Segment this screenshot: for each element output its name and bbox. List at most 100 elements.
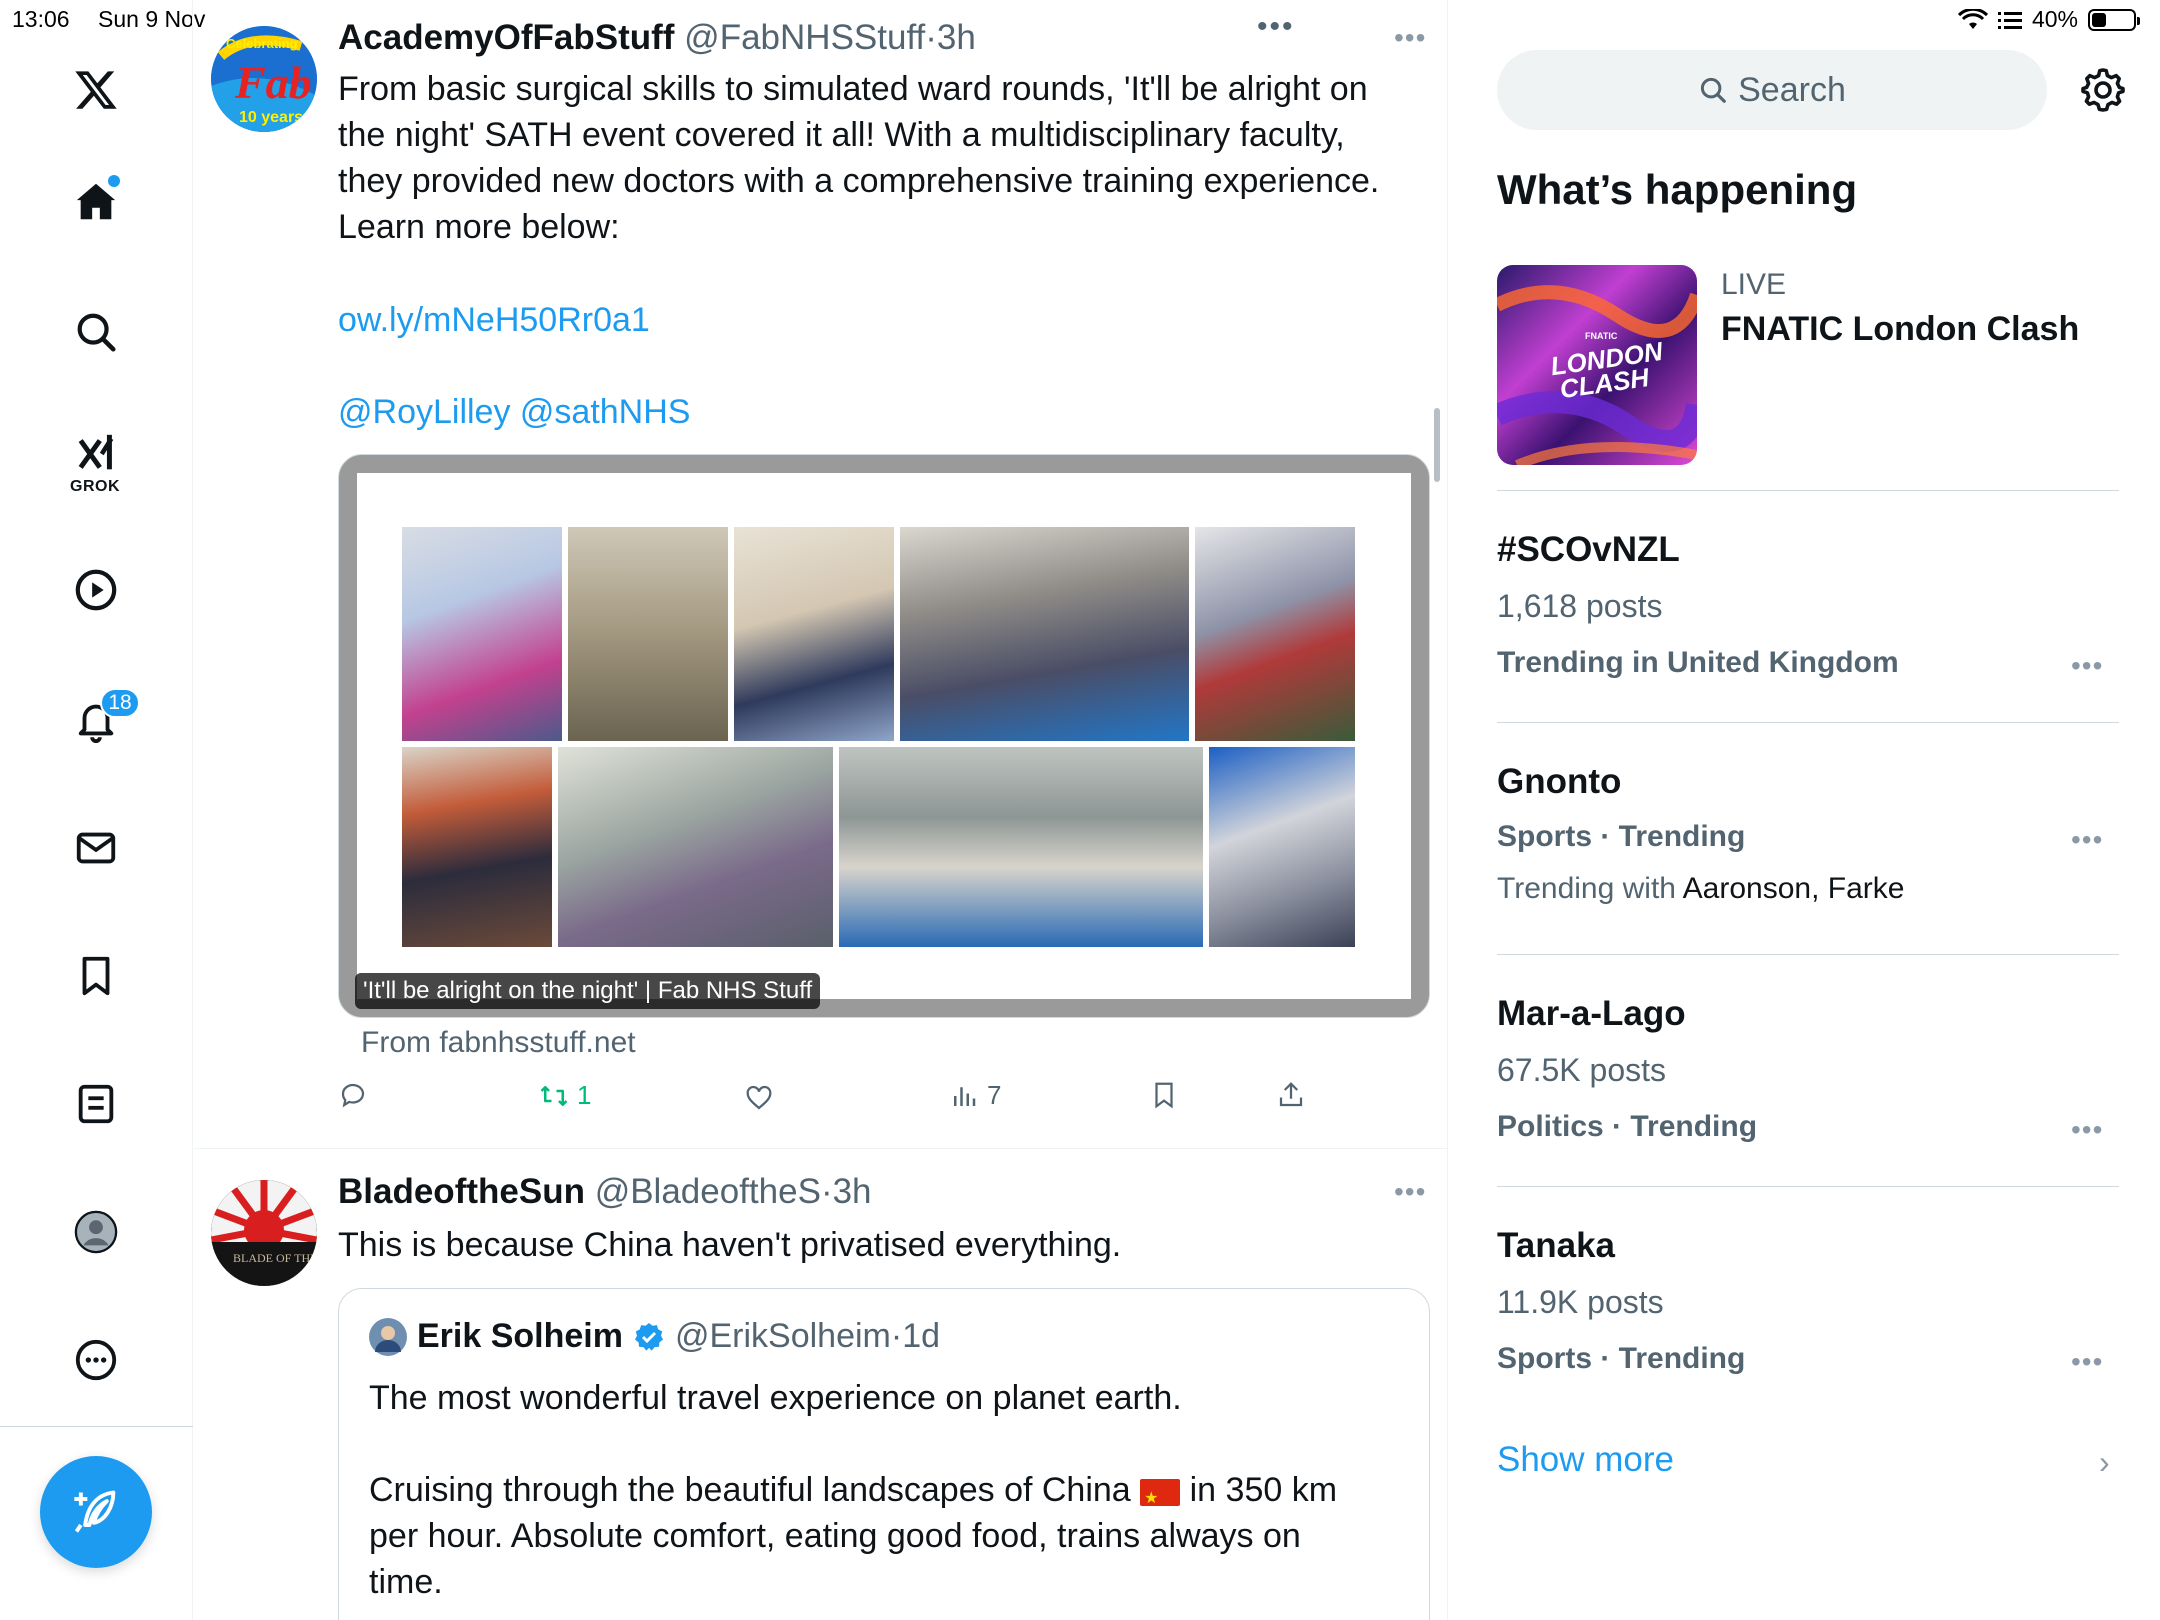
- left-navigation: GROK 18: [0, 0, 193, 1620]
- whats-happening-title: What’s happening: [1497, 166, 1858, 213]
- nav-divider: [0, 1426, 193, 1427]
- tweet-header: BladeoftheSun @BladeoftheS·3h: [338, 1172, 872, 1212]
- trend-with-prefix: Trending with: [1497, 872, 1676, 905]
- views-chart-icon: [954, 1086, 976, 1106]
- compose-post-button[interactable]: [40, 1456, 152, 1568]
- photo-6: [402, 747, 552, 947]
- trend-posts: 1,618 posts: [1497, 588, 1663, 624]
- bookmark-icon: [1155, 1082, 1173, 1109]
- quote-line: per hour. Absolute comfort, eating good …: [369, 1517, 1301, 1555]
- profile-avatar-icon[interactable]: [66, 1202, 126, 1262]
- trend-context: Trending in United Kingdom: [1497, 646, 1899, 679]
- feed-scrollbar[interactable]: [1434, 408, 1440, 482]
- tweet-timestamp[interactable]: 3h: [833, 1172, 872, 1211]
- tweet-mentions[interactable]: @RoyLilley @sathNHS: [338, 389, 690, 435]
- notifications-badge: 18: [100, 688, 140, 718]
- quote-line-with-flag: Cruising through the beautiful landscape…: [369, 1467, 1409, 1522]
- tweet-author-name[interactable]: BladeoftheSun: [338, 1172, 585, 1211]
- tweet-avatar[interactable]: BLADE OF THE: [211, 1180, 317, 1286]
- trend-more-button[interactable]: •••: [2071, 1114, 2103, 1146]
- tweet-more-button[interactable]: •••: [1394, 1176, 1426, 1208]
- show-more-link[interactable]: Show more: [1497, 1440, 1674, 1480]
- trend-with-names: Aaronson, Farke: [1682, 872, 1905, 905]
- grok-icon[interactable]: [66, 424, 126, 484]
- trend-context: Sports · Trending: [1497, 1342, 1746, 1375]
- grok-label: GROK: [70, 478, 120, 495]
- card-source[interactable]: From fabnhsstuff.net: [361, 1026, 636, 1060]
- tweet-more-button[interactable]: •••: [1394, 22, 1426, 54]
- explore-search-icon[interactable]: [66, 302, 126, 362]
- avatar-celebrating-text: Celebrating: [226, 36, 298, 51]
- heart-icon: [746, 1085, 772, 1110]
- quote-line-part: Cruising through the beautiful landscape…: [369, 1471, 1131, 1509]
- tweet-link[interactable]: ow.ly/mNeH50Rr0a1: [338, 297, 650, 343]
- retweet-icon: [540, 1085, 568, 1106]
- live-event-title[interactable]: FNATIC London Clash: [1721, 310, 2079, 349]
- quote-timestamp[interactable]: 1d: [902, 1317, 940, 1356]
- trend-divider: [1497, 954, 2119, 955]
- quote-author-handle[interactable]: @ErikSolheim: [675, 1317, 891, 1356]
- live-label: LIVE: [1721, 268, 1787, 301]
- tweet-divider: [194, 1148, 1448, 1149]
- photo-8: [839, 747, 1203, 947]
- search-input[interactable]: Search: [1497, 50, 2047, 130]
- tweet-line: From basic surgical skills to simulated …: [338, 70, 1368, 108]
- trend-name[interactable]: Tanaka: [1497, 1226, 1615, 1266]
- photo-1: [402, 527, 562, 741]
- messages-envelope-icon[interactable]: [66, 818, 126, 878]
- trend-posts: 67.5K posts: [1497, 1052, 1666, 1088]
- views-button[interactable]: 7: [949, 1080, 1001, 1111]
- lists-icon[interactable]: [66, 1074, 126, 1134]
- link-preview-card[interactable]: 'It'll be alright on the night' | Fab NH…: [338, 454, 1430, 1018]
- verified-badge-icon: [634, 1322, 663, 1351]
- retweet-button[interactable]: 1: [539, 1080, 591, 1111]
- quote-author-name[interactable]: Erik Solheim: [417, 1317, 623, 1356]
- retweet-count: 1: [577, 1080, 592, 1110]
- quote-line: The most wonderful travel experience on …: [369, 1379, 1182, 1417]
- live-event-thumbnail[interactable]: FNATIC LONDON CLASH: [1497, 265, 1697, 465]
- tweet-timestamp[interactable]: 3h: [937, 18, 976, 57]
- trend-name[interactable]: #SCOvNZL: [1497, 530, 1680, 570]
- x-logo-icon[interactable]: [66, 60, 126, 120]
- tweet-avatar[interactable]: Celebrating Fab 10 years: [211, 26, 317, 132]
- more-circle-icon[interactable]: [66, 1330, 126, 1390]
- share-button[interactable]: [1276, 1080, 1306, 1110]
- search-icon: [1701, 77, 1726, 103]
- quote-header: Erik Solheim @ErikSolheim · 1d: [369, 1317, 940, 1356]
- trend-related: Trending with Aaronson, Farke: [1497, 872, 1904, 906]
- tweet-header: AcademyOfFabStuff @FabNHSStuff·3h: [338, 18, 976, 58]
- tweet-author-handle[interactable]: @FabNHSStuff: [684, 18, 925, 57]
- tweet-author-name[interactable]: AcademyOfFabStuff: [338, 18, 674, 57]
- trend-more-button[interactable]: •••: [2071, 650, 2103, 682]
- quote-avatar[interactable]: [369, 1317, 407, 1356]
- quoted-tweet[interactable]: Erik Solheim @ErikSolheim · 1d The most wo…: [338, 1288, 1430, 1620]
- video-play-icon[interactable]: [66, 560, 126, 620]
- bookmarks-icon[interactable]: [66, 946, 126, 1006]
- avatar-fab-text: Fab: [234, 57, 312, 108]
- photo-9: [1209, 747, 1355, 947]
- tweet-body: This is because China haven't privatised…: [338, 1226, 1122, 1264]
- tweet-dot-separator: ·: [820, 1172, 833, 1211]
- avatar-years-text: 10 years: [239, 109, 303, 126]
- trend-more-button[interactable]: •••: [2071, 1346, 2103, 1378]
- china-flag-icon: [1140, 1476, 1181, 1522]
- tweet-author-handle[interactable]: @BladeoftheS: [595, 1172, 821, 1211]
- like-button[interactable]: [744, 1083, 782, 1113]
- bookmark-button[interactable]: [1149, 1080, 1179, 1110]
- tweet-line: the night' SATH event covered it all! Wi…: [338, 116, 1345, 154]
- chevron-right-icon[interactable]: ›: [2099, 1444, 2110, 1481]
- card-caption: 'It'll be alright on the night' | Fab NH…: [355, 973, 821, 1009]
- thumb-small-text: FNATIC: [1585, 331, 1618, 341]
- photo-3: [734, 527, 894, 741]
- drag-handle-dots[interactable]: •••: [1257, 10, 1295, 44]
- photo-2: [568, 527, 728, 741]
- share-upload-icon: [1279, 1082, 1303, 1107]
- photo-7: [558, 747, 833, 947]
- trend-more-button[interactable]: •••: [2071, 824, 2103, 856]
- reply-icon: [341, 1083, 365, 1108]
- avatar-blade-text: BLADE OF THE: [233, 1251, 317, 1265]
- trend-name[interactable]: Mar-a-Lago: [1497, 994, 1686, 1034]
- settings-gear-icon[interactable]: [2079, 66, 2127, 114]
- trend-name[interactable]: Gnonto: [1497, 762, 1621, 802]
- reply-button[interactable]: [338, 1080, 376, 1110]
